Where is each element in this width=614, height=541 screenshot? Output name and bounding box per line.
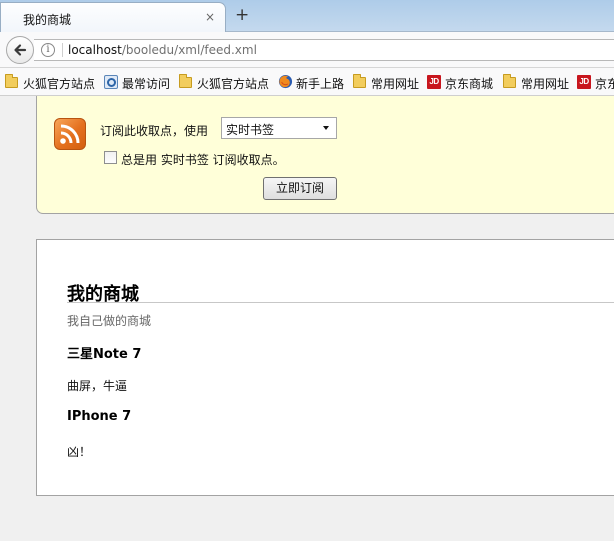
entry-description: 曲屏，牛逼 <box>67 379 128 393</box>
url-host: localhost <box>68 43 122 57</box>
feed-content: 我的商城 我自己做的商城 三星Note 7 曲屏，牛逼 IPhone 7 凶！ <box>36 239 614 496</box>
back-button[interactable] <box>6 36 34 64</box>
url-divider <box>62 43 63 57</box>
always-use-label: 总是用 实时书签 订阅收取点。 <box>121 153 285 167</box>
bookmark-label: 新手上路 <box>296 77 345 91</box>
bookmark-label: 京东商城 <box>595 77 614 91</box>
jd-icon: JD <box>427 75 441 89</box>
address-bar[interactable]: i localhost/booledu/xml/feed.xml <box>34 39 614 61</box>
bookmark-label: 常用网址 <box>521 77 570 91</box>
info-icon[interactable]: i <box>41 43 55 57</box>
tab-strip: 我的商城 × + <box>0 0 614 32</box>
tab-feed[interactable]: 我的商城 × <box>0 2 226 32</box>
jd-icon: JD <box>577 75 591 89</box>
rss-feed-icon <box>54 118 86 150</box>
entry-title[interactable]: 三星Note 7 <box>67 343 141 362</box>
folder-icon <box>503 74 516 88</box>
folder-icon <box>5 74 18 88</box>
entry-title[interactable]: IPhone 7 <box>67 409 131 424</box>
feed-reader-value: 实时书签 <box>226 123 275 137</box>
tab-title: 我的商城 <box>23 13 72 27</box>
bookmark-label: 火狐官方站点 <box>197 77 270 91</box>
bookmark-label: 火狐官方站点 <box>23 77 96 91</box>
folder-icon <box>353 74 366 88</box>
bookmark-label: 最常访问 <box>122 77 171 91</box>
feed-subtitle: 我自己做的商城 <box>67 314 152 328</box>
feed-reader-select[interactable]: 实时书签 <box>221 117 337 139</box>
url-text[interactable]: localhost/booledu/xml/feed.xml <box>68 43 257 57</box>
rss-waves-icon <box>60 124 80 144</box>
always-use-checkbox[interactable] <box>104 151 117 164</box>
navigation-bar: i localhost/booledu/xml/feed.xml <box>0 32 614 68</box>
most-visited-icon <box>104 75 118 89</box>
firefox-icon <box>278 74 293 89</box>
bookmarks-toolbar: 火狐官方站点 最常访问 火狐官方站点 新手上路 常用网址 JD 京东商城 常用网… <box>0 68 614 96</box>
url-path: /booledu/xml/feed.xml <box>121 43 257 57</box>
subscribe-header: 订阅此收取点，使用 实时书签 总是用 实时书签 订阅收取点。 立即订阅 <box>36 96 614 214</box>
bookmark-label: 常用网址 <box>371 77 420 91</box>
back-arrow-icon <box>14 44 27 56</box>
subscribe-using-label: 订阅此收取点，使用 <box>100 124 209 138</box>
entry-description: 凶！ <box>67 445 92 459</box>
bookmark-label: 京东商城 <box>445 77 494 91</box>
subscribe-now-button[interactable]: 立即订阅 <box>263 177 337 200</box>
title-divider <box>67 302 614 303</box>
close-tab-icon[interactable]: × <box>205 11 215 24</box>
folder-icon <box>179 74 192 88</box>
chevron-down-icon <box>323 126 329 130</box>
new-tab-icon[interactable]: + <box>235 5 249 25</box>
